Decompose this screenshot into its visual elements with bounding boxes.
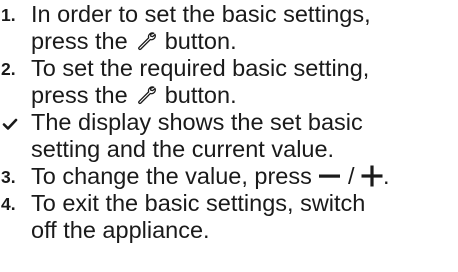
step-line: In order to set the basic settings,	[31, 1, 371, 27]
step-line: off the appliance.	[31, 217, 210, 243]
step-text-after-icon: .	[383, 163, 390, 189]
step-number: 3.	[1, 167, 16, 187]
minus-icon	[319, 174, 341, 178]
step-text-after-icon: button.	[164, 82, 237, 108]
step-text: To exit the basic settings, switch off t…	[31, 190, 458, 244]
wrench-icon	[138, 32, 157, 51]
separator: /	[347, 163, 355, 189]
step-text: In order to set the basic settings, pres…	[31, 1, 458, 55]
step-line: To exit the basic settings, switch	[31, 190, 366, 216]
step-line: The display shows the set basic	[31, 109, 363, 135]
wrench-icon	[138, 86, 157, 105]
step-line: press the button.	[31, 82, 458, 109]
step-line: To set the required basic setting,	[31, 55, 370, 81]
step-text: To change the value, press / .	[31, 163, 458, 190]
checkmark-icon	[2, 118, 18, 130]
step-text: To set the required basic setting, press…	[31, 55, 458, 109]
step-text-before-icon: press the	[31, 28, 128, 54]
step-line: To change the value, press / .	[31, 163, 458, 190]
step-line: setting and the current value.	[31, 136, 335, 162]
step-number: 1.	[1, 5, 16, 25]
step-text-before-icon: press the	[31, 82, 128, 108]
plus-icon	[361, 165, 383, 187]
instruction-steps: 1. In order to set the basic settings, p…	[0, 0, 458, 272]
step-line: press the button.	[31, 28, 458, 55]
step-text-before-icon: To change the value, press	[31, 163, 312, 189]
step-number: 4.	[1, 194, 16, 214]
step-number: 2.	[1, 59, 16, 79]
step-text-after-icon: button.	[164, 28, 237, 54]
step-text: The display shows the set basic setting …	[31, 109, 458, 163]
